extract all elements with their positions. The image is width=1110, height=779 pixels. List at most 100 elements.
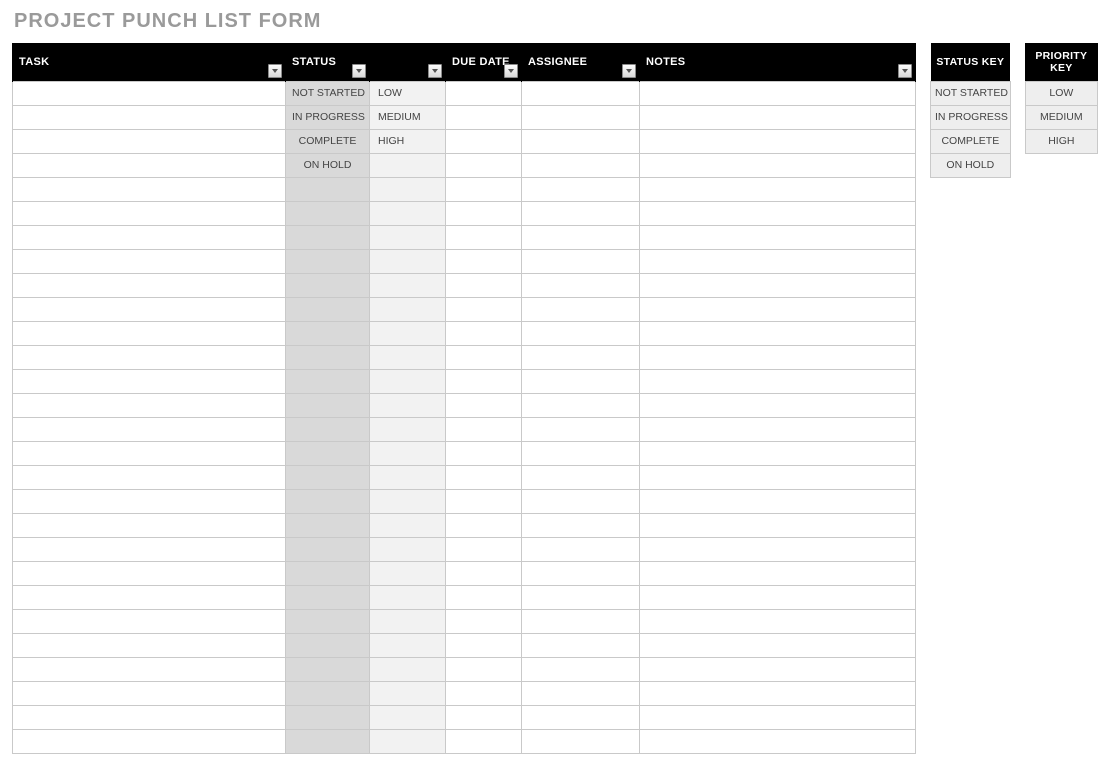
status-cell[interactable] — [286, 537, 370, 561]
task-cell[interactable] — [13, 609, 286, 633]
status-cell[interactable] — [286, 201, 370, 225]
task-cell[interactable] — [13, 489, 286, 513]
task-cell[interactable] — [13, 729, 286, 753]
due-date-cell[interactable] — [446, 297, 522, 321]
task-cell[interactable] — [13, 249, 286, 273]
notes-cell[interactable] — [640, 345, 916, 369]
status-cell[interactable] — [286, 393, 370, 417]
priority-cell[interactable] — [370, 585, 446, 609]
task-cell[interactable] — [13, 321, 286, 345]
task-cell[interactable] — [13, 393, 286, 417]
assignee-cell[interactable] — [522, 633, 640, 657]
due-date-cell[interactable] — [446, 633, 522, 657]
due-date-cell[interactable] — [446, 249, 522, 273]
priority-cell[interactable] — [370, 177, 446, 201]
status-cell[interactable] — [286, 705, 370, 729]
due-date-cell[interactable] — [446, 609, 522, 633]
notes-cell[interactable] — [640, 225, 916, 249]
notes-cell[interactable] — [640, 249, 916, 273]
priority-cell[interactable] — [370, 441, 446, 465]
assignee-cell[interactable] — [522, 657, 640, 681]
notes-cell[interactable] — [640, 657, 916, 681]
notes-cell[interactable] — [640, 273, 916, 297]
assignee-cell[interactable] — [522, 393, 640, 417]
due-date-cell[interactable] — [446, 513, 522, 537]
status-cell[interactable]: ON HOLD — [286, 153, 370, 177]
priority-cell[interactable] — [370, 681, 446, 705]
status-cell[interactable] — [286, 729, 370, 753]
priority-cell[interactable] — [370, 369, 446, 393]
assignee-cell[interactable] — [522, 681, 640, 705]
status-cell[interactable] — [286, 249, 370, 273]
priority-cell[interactable] — [370, 201, 446, 225]
assignee-cell[interactable] — [522, 249, 640, 273]
status-cell[interactable] — [286, 369, 370, 393]
due-date-cell[interactable] — [446, 225, 522, 249]
assignee-cell[interactable] — [522, 81, 640, 105]
priority-cell[interactable] — [370, 729, 446, 753]
task-cell[interactable] — [13, 273, 286, 297]
task-cell[interactable] — [13, 561, 286, 585]
notes-cell[interactable] — [640, 537, 916, 561]
filter-notes-icon[interactable] — [898, 64, 912, 78]
filter-assignee-icon[interactable] — [622, 64, 636, 78]
status-cell[interactable] — [286, 321, 370, 345]
status-cell[interactable] — [286, 225, 370, 249]
status-cell[interactable]: IN PROGRESS — [286, 105, 370, 129]
notes-cell[interactable] — [640, 369, 916, 393]
assignee-cell[interactable] — [522, 105, 640, 129]
priority-cell[interactable] — [370, 513, 446, 537]
notes-cell[interactable] — [640, 417, 916, 441]
task-cell[interactable] — [13, 345, 286, 369]
priority-cell[interactable] — [370, 273, 446, 297]
assignee-cell[interactable] — [522, 417, 640, 441]
status-cell[interactable] — [286, 417, 370, 441]
task-cell[interactable] — [13, 177, 286, 201]
priority-cell[interactable] — [370, 249, 446, 273]
filter-priority-icon[interactable] — [428, 64, 442, 78]
task-cell[interactable] — [13, 537, 286, 561]
status-cell[interactable] — [286, 609, 370, 633]
notes-cell[interactable] — [640, 681, 916, 705]
task-cell[interactable] — [13, 633, 286, 657]
task-cell[interactable] — [13, 297, 286, 321]
assignee-cell[interactable] — [522, 441, 640, 465]
due-date-cell[interactable] — [446, 81, 522, 105]
priority-cell[interactable] — [370, 417, 446, 441]
notes-cell[interactable] — [640, 201, 916, 225]
priority-cell[interactable] — [370, 561, 446, 585]
due-date-cell[interactable] — [446, 417, 522, 441]
notes-cell[interactable] — [640, 129, 916, 153]
priority-cell[interactable] — [370, 225, 446, 249]
task-cell[interactable] — [13, 225, 286, 249]
priority-cell[interactable] — [370, 297, 446, 321]
notes-cell[interactable] — [640, 153, 916, 177]
assignee-cell[interactable] — [522, 129, 640, 153]
assignee-cell[interactable] — [522, 729, 640, 753]
filter-task-icon[interactable] — [268, 64, 282, 78]
assignee-cell[interactable] — [522, 201, 640, 225]
priority-cell[interactable] — [370, 345, 446, 369]
status-cell[interactable] — [286, 561, 370, 585]
due-date-cell[interactable] — [446, 273, 522, 297]
priority-cell[interactable] — [370, 489, 446, 513]
assignee-cell[interactable] — [522, 321, 640, 345]
assignee-cell[interactable] — [522, 561, 640, 585]
priority-cell[interactable]: LOW — [370, 81, 446, 105]
priority-cell[interactable]: HIGH — [370, 129, 446, 153]
notes-cell[interactable] — [640, 561, 916, 585]
due-date-cell[interactable] — [446, 201, 522, 225]
notes-cell[interactable] — [640, 393, 916, 417]
assignee-cell[interactable] — [522, 297, 640, 321]
priority-cell[interactable] — [370, 393, 446, 417]
notes-cell[interactable] — [640, 609, 916, 633]
task-cell[interactable] — [13, 129, 286, 153]
due-date-cell[interactable] — [446, 561, 522, 585]
due-date-cell[interactable] — [446, 393, 522, 417]
assignee-cell[interactable] — [522, 225, 640, 249]
assignee-cell[interactable] — [522, 345, 640, 369]
notes-cell[interactable] — [640, 633, 916, 657]
due-date-cell[interactable] — [446, 657, 522, 681]
task-cell[interactable] — [13, 201, 286, 225]
assignee-cell[interactable] — [522, 585, 640, 609]
